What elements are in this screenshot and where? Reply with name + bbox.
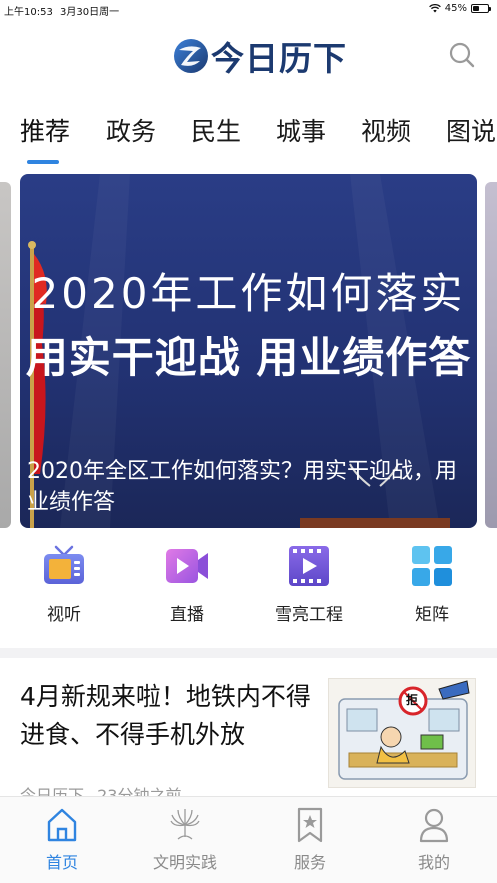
home-icon [47,808,77,842]
nav-label: 服务 [293,853,326,872]
bottom-nav: 首页 文明实践 服务 我的 [0,796,497,883]
nav-home[interactable]: 首页 [12,807,112,873]
nav-label: 首页 [45,853,78,872]
section-divider [0,648,497,658]
news-list-item[interactable]: 4月新规来啦！地铁内不得进食、不得手机外放 今日历下 23分钟之前 拒 [0,658,497,796]
shortcut-label: 直播 [170,605,204,625]
civilization-icon [170,809,200,840]
shortcut-av[interactable]: 视听 [19,544,109,625]
battery-icon [471,4,491,13]
status-right: 45% [428,3,491,14]
film-play-icon [289,546,329,586]
video-camera-icon [166,549,208,583]
shortcut-matrix[interactable]: 矩阵 [387,544,477,625]
status-left: 上午10:53 3月30日周一 [4,3,119,18]
article-title[interactable]: 4月新规来啦！地铁内不得进食、不得手机外放 [20,678,320,754]
status-bar: 上午10:53 3月30日周一 45% [0,0,497,18]
article-time: 23分钟之前 [97,786,182,796]
tab-pictures[interactable]: 图说 [446,112,496,148]
battery-fill [473,6,480,11]
logo-emblem-icon [174,39,208,73]
shortcut-label: 雪亮工程 [275,605,343,625]
article-thumbnail[interactable]: 拒 [328,678,476,788]
banner-headline-line1: 2020年工作如何落实 [31,269,466,318]
banner-caption: 2020年全区工作如何落实？用实干迎战，用业绩作答 [27,459,457,515]
grid-icon [412,546,452,586]
nav-label: 我的 [417,853,450,872]
carousel-next-slide[interactable] [485,182,497,528]
tab-video[interactable]: 视频 [361,112,411,148]
shortcut-label: 视听 [47,605,81,625]
article-source: 今日历下 [20,786,85,796]
battery-percent: 45% [444,3,467,14]
app-header: 今日历下 [0,18,497,98]
carousel-prev-slide[interactable] [0,182,11,528]
tab-government[interactable]: 政务 [106,112,156,148]
shortcut-xueliang[interactable]: 雪亮工程 [264,544,354,625]
tab-city[interactable]: 城事 [276,112,326,148]
nav-civilization-practice[interactable]: 文明实践 [135,807,235,873]
nav-services[interactable]: 服务 [260,807,360,873]
category-tabs: 推荐 政务 民生 城事 视频 图说 [0,100,497,166]
tab-livelihood[interactable]: 民生 [191,112,241,148]
shortcut-row: 视听 直播 雪亮工程 矩阵 [0,530,497,648]
thumb-sign-text: 拒 [406,693,419,707]
tv-icon [44,545,84,584]
tab-recommend[interactable]: 推荐 [20,112,70,148]
status-date: 3月30日周一 [60,7,120,18]
subway-cartoon-image [338,680,470,780]
banner-headline-line2: 用实干迎战 用业绩作答 [25,333,472,382]
shortcut-live[interactable]: 直播 [142,544,232,625]
article-meta: 今日历下 23分钟之前 [20,782,181,796]
banner-slide[interactable]: 2020年工作如何落实 用实干迎战 用业绩作答 2020年全区工作如何落实？用实… [20,174,477,528]
nav-label: 文明实践 [152,853,217,872]
shortcut-label: 矩阵 [415,605,449,625]
search-icon [449,42,475,68]
app-title: 今日历下 [211,39,347,78]
search-button[interactable] [447,40,477,70]
banner-carousel[interactable]: 2020年工作如何落实 用实干迎战 用业绩作答 2020年全区工作如何落实？用实… [0,174,497,528]
tab-active-indicator [27,160,59,164]
wifi-icon [428,4,441,13]
bookmark-star-icon [297,807,323,843]
nav-profile[interactable]: 我的 [384,807,484,873]
app-logo: 今日历下 [173,32,347,80]
status-time: 上午10:53 [4,7,53,18]
user-icon [419,808,449,843]
